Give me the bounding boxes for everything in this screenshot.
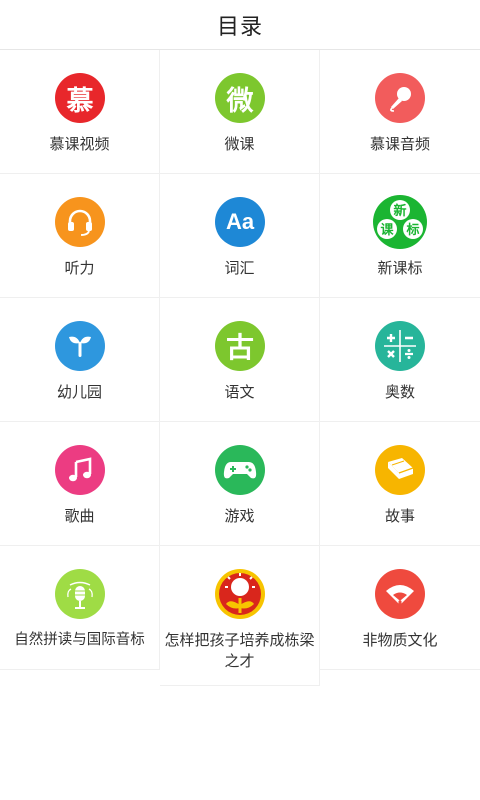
- music-note-icon: [55, 445, 105, 495]
- grid-item-new-curriculum[interactable]: 新 课 标 新课标: [320, 174, 480, 298]
- grid-item-label: 幼儿园: [56, 383, 102, 401]
- grid-item-kindergarten[interactable]: 幼儿园: [0, 298, 160, 422]
- grid-item-label: 词汇: [224, 259, 255, 277]
- grid-item-songs[interactable]: 歌曲: [0, 422, 160, 546]
- grid-item-vocabulary[interactable]: Aa 词汇: [160, 174, 320, 298]
- gamepad-icon: [215, 445, 265, 495]
- grid-item-micro-lesson[interactable]: 微 微课: [160, 50, 320, 174]
- mu-character-icon: 慕: [55, 73, 105, 123]
- grid-item-parenting[interactable]: 怎样把孩子培养成栋梁之才: [160, 546, 320, 686]
- grid-item-label: 自然拼读与国际音标: [14, 632, 145, 648]
- grid-item-label: 新课标: [377, 259, 423, 277]
- grid-item-label: 奥数: [384, 383, 415, 401]
- book-icon: [375, 445, 425, 495]
- course-glyph: 课: [380, 223, 394, 238]
- vocabulary-aa-icon: Aa: [215, 197, 265, 247]
- grid-item-mooc-audio[interactable]: 慕课音频: [320, 50, 480, 174]
- grid-item-label: 慕课音频: [369, 135, 430, 153]
- grid-item-mooc-video[interactable]: 慕 慕课视频: [0, 50, 160, 174]
- grid-item-games[interactable]: 游戏: [160, 422, 320, 546]
- grid-item-phonics[interactable]: 自然拼读与国际音标: [0, 546, 160, 670]
- sunflower-emblem-icon: [214, 568, 266, 620]
- page-title: 目录: [216, 14, 263, 40]
- sprout-icon: [55, 321, 105, 371]
- folding-fan-icon: [375, 569, 425, 619]
- standard-glyph: 标: [405, 222, 419, 238]
- grid-item-stories[interactable]: 故事: [320, 422, 480, 546]
- grid-item-chinese[interactable]: 古 语文: [160, 298, 320, 422]
- grid-item-label: 游戏: [224, 507, 255, 525]
- microphone-icon: [375, 73, 425, 123]
- grid-item-label: 听力: [64, 259, 95, 277]
- grid-item-label: 语文: [224, 383, 255, 401]
- wei-character-icon: 微: [215, 73, 265, 123]
- grid-item-label: 歌曲: [64, 507, 95, 525]
- grid-item-listening[interactable]: 听力: [0, 174, 160, 298]
- grid-item-intangible-culture[interactable]: 非物质文化: [320, 546, 480, 670]
- vintage-microphone-icon: [55, 569, 105, 619]
- grid-item-olympiad-math[interactable]: 奥数: [320, 298, 480, 422]
- new-glyph: 新: [393, 203, 406, 219]
- category-grid: 慕 慕课视频 微 微课 慕课音频 听力 Aa 词汇 新 课 标 新课标 幼儿园 …: [0, 50, 480, 686]
- grid-item-label: 故事: [384, 507, 415, 525]
- grid-item-label: 微课: [224, 135, 255, 153]
- grid-item-label: 怎样把孩子培养成栋梁之才: [164, 631, 315, 670]
- headphones-icon: [55, 197, 105, 247]
- new-curriculum-icon: 新 课 标: [373, 195, 427, 249]
- gu-character-icon: 古: [215, 321, 265, 371]
- grid-item-label: 慕课视频: [49, 135, 110, 153]
- app-header: 目录: [0, 0, 480, 50]
- grid-item-label: 非物质文化: [362, 631, 438, 649]
- math-operators-icon: [375, 321, 425, 371]
